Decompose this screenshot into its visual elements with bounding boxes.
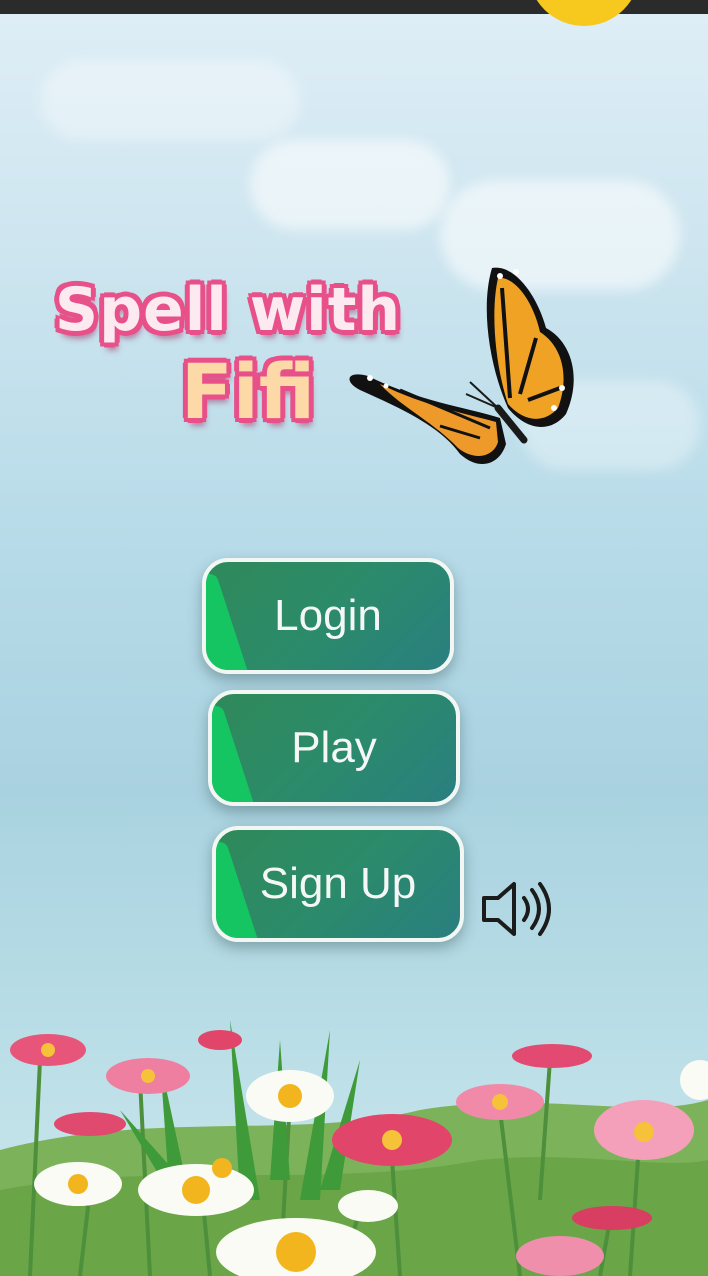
play-button-label: Play <box>291 723 377 772</box>
cloud-decoration <box>40 60 300 140</box>
butterfly-icon <box>349 267 574 465</box>
play-button[interactable]: Play <box>208 690 460 806</box>
signup-button-label: Sign Up <box>259 859 417 908</box>
login-button-label: Login <box>274 591 382 640</box>
cloud-decoration <box>250 140 450 230</box>
signup-button[interactable]: Sign Up <box>212 826 464 942</box>
speaker-icon[interactable] <box>478 876 558 942</box>
flower-meadow <box>0 1020 708 1276</box>
login-button[interactable]: Login <box>202 558 454 674</box>
